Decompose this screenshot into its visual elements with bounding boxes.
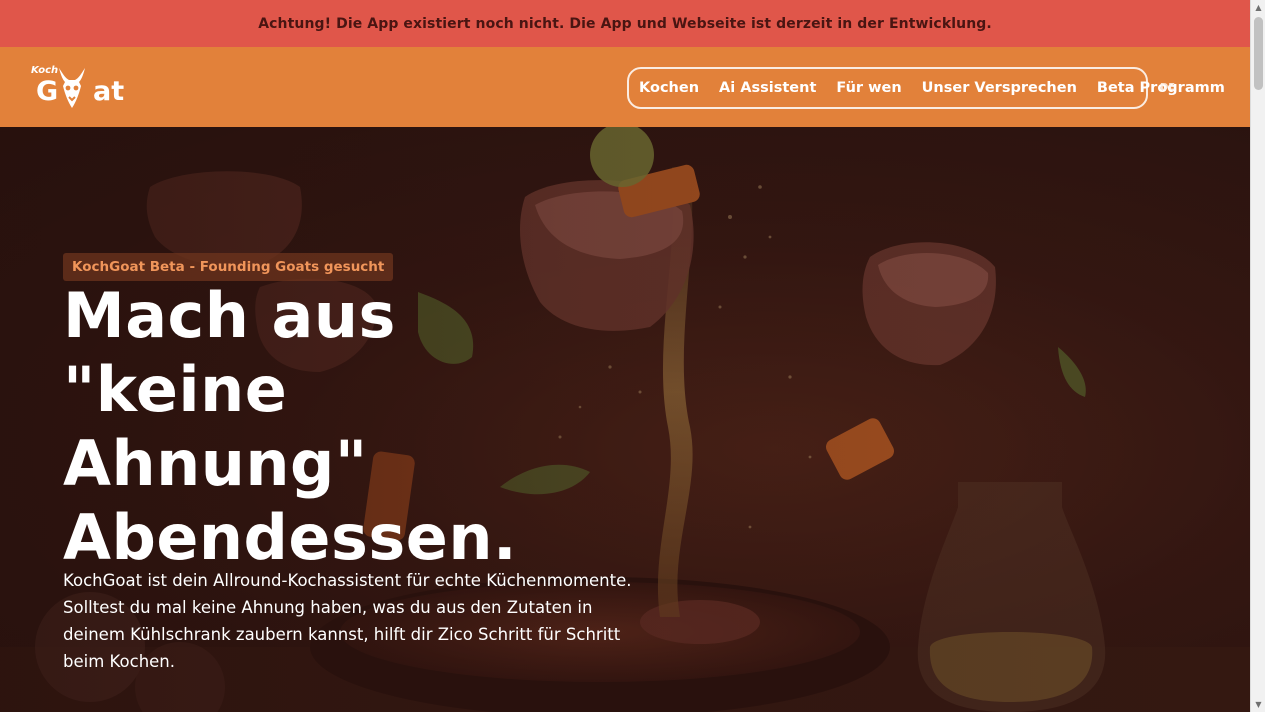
nav-item-unser-versprechen[interactable]: Unser Versprechen: [912, 80, 1087, 96]
hero-badge-text: KochGoat Beta - Founding Goats gesucht: [72, 259, 385, 275]
announcement-text: Achtung! Die App existiert noch nicht. D…: [258, 15, 992, 32]
goat-head-icon: [59, 68, 85, 108]
logo-g-text: G: [36, 76, 58, 107]
logo-link[interactable]: Koch G at: [31, 62, 131, 112]
site-header: Koch G at Kochen Ai Assistent Für wen Un…: [0, 47, 1250, 127]
hero-badge: KochGoat Beta - Founding Goats gesucht: [63, 253, 394, 281]
hero-title-line-2: "keine: [63, 353, 288, 426]
page-scrollbar[interactable]: ▲ ▼: [1250, 0, 1265, 712]
hero-title-line-4: Abendessen.: [63, 501, 518, 574]
nav-item-ai-assistent[interactable]: Ai Assistent: [709, 80, 826, 96]
nav-item-kochen[interactable]: Kochen: [639, 80, 709, 96]
logo-small-text: Koch: [31, 65, 58, 76]
hero-section: KochGoat Beta - Founding Goats gesucht M…: [0, 127, 1250, 712]
announcement-bar: Achtung! Die App existiert noch nicht. D…: [0, 0, 1250, 47]
scroll-thumb[interactable]: [1254, 17, 1263, 90]
nav-item-fuer-wen[interactable]: Für wen: [826, 80, 911, 96]
main-nav: Kochen Ai Assistent Für wen Unser Verspr…: [627, 67, 1225, 109]
logo-at-text: at: [93, 76, 124, 107]
scroll-down-arrow-icon[interactable]: ▼: [1251, 697, 1265, 712]
scroll-up-arrow-icon[interactable]: ▲: [1251, 0, 1265, 15]
hero-title-line-3: Ahnung": [63, 427, 368, 500]
page: Achtung! Die App existiert noch nicht. D…: [0, 0, 1265, 712]
hero-description: KochGoat ist dein Allround-Kochassistent…: [63, 571, 632, 671]
kochgoat-logo: Koch G at: [31, 65, 124, 108]
hero-title: Mach aus "keine Ahnung" Abendessen.: [63, 279, 623, 575]
hero-title-line-1: Mach aus: [63, 279, 396, 352]
language-switcher[interactable]: DE: [1160, 82, 1175, 93]
nav-item-beta-programm[interactable]: Beta Programm: [1087, 80, 1225, 96]
